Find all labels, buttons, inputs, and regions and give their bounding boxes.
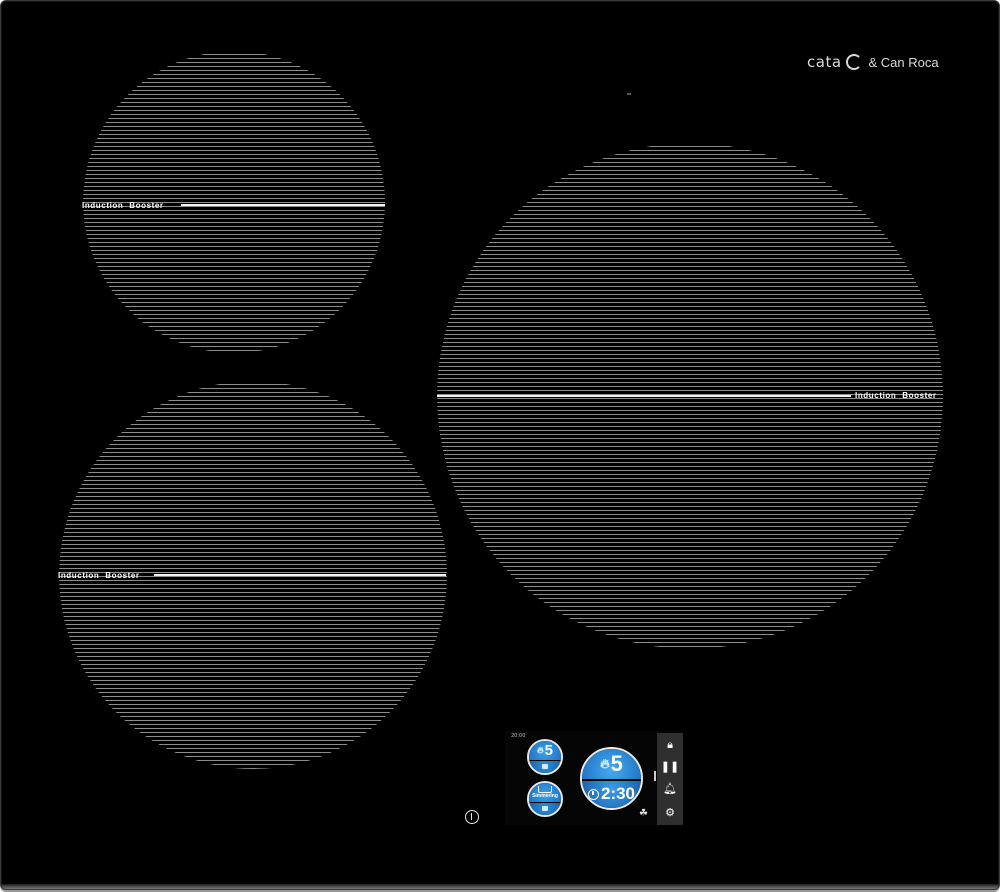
brand-name-primary: cata [807, 53, 842, 71]
main-timer-value: 2:30 [600, 784, 636, 804]
brand-c-logo-icon [845, 54, 862, 70]
power-button[interactable] [465, 810, 479, 824]
simmering-label: Simmering [532, 793, 558, 800]
zone-label-right: Induction Booster [855, 391, 937, 400]
zone-dot-icon [542, 764, 548, 770]
power-level-value: 5 [544, 742, 553, 760]
fan-icon[interactable]: ☘︎ [639, 809, 648, 819]
induction-hob: Induction Booster Induction Booster Indu… [0, 0, 1000, 890]
slider-handle[interactable] [654, 771, 656, 781]
brand-logo: cata & Can Roca [807, 53, 939, 71]
simmering-button[interactable]: Simmering [527, 781, 563, 817]
function-sidebar: 🔒︎ ❚❚ 🔔︎ ⚙︎ [657, 733, 683, 825]
zone-label-bottom-left: Induction Booster [58, 571, 140, 580]
bell-icon[interactable]: 🔔︎ [657, 779, 683, 799]
main-zone-control[interactable]: 🔥︎ 5 2:30 [580, 747, 643, 810]
brand-name-secondary: & Can Roca [868, 54, 939, 70]
clock-readout: 20:00 [511, 733, 526, 739]
zone-selector-button-power[interactable]: 🔥︎ 5 [527, 739, 563, 775]
timer-icon [587, 788, 599, 800]
marker-tick [627, 93, 631, 95]
power-level-display: 🔥︎ 5 [529, 741, 561, 761]
pot-icon [538, 786, 552, 794]
simmering-display: Simmering [529, 783, 561, 803]
zone-divider-line-top-left [181, 204, 385, 206]
zone-dot-icon [542, 806, 548, 812]
flame-icon: 🔥︎ [537, 745, 544, 756]
flame-icon: 🔥︎ [600, 755, 610, 771]
hob-frame-edge [1, 884, 999, 889]
main-power-display: 🔥︎ 5 [582, 749, 641, 779]
zone-indicator [529, 802, 561, 815]
lock-icon[interactable]: 🔒︎ [657, 735, 683, 755]
zone-indicator [529, 760, 561, 773]
main-timer-display: 2:30 [582, 780, 641, 808]
gear-icon[interactable]: ⚙︎ [657, 803, 683, 823]
main-power-value: 5 [610, 750, 623, 776]
zone-divider-line-bottom-left [154, 574, 446, 576]
pause-icon[interactable]: ❚❚ [657, 757, 683, 777]
zone-divider-line-right [437, 395, 851, 397]
zone-label-top-left: Induction Booster [82, 201, 164, 210]
